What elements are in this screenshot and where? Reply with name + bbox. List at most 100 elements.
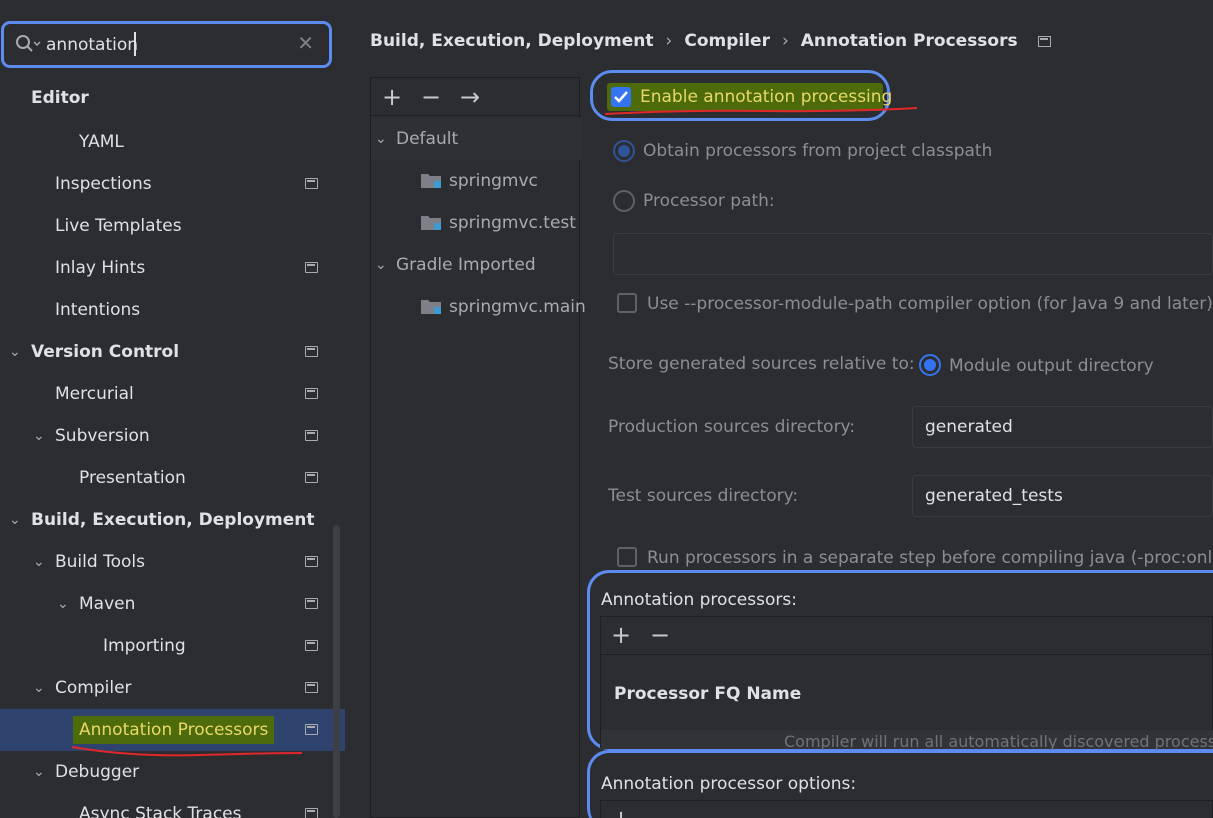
chevron-down-icon[interactable]: ⌄ [375,244,387,286]
sidebar-item-debugger[interactable]: ⌄ Debugger [0,751,345,793]
search-input[interactable] [46,32,286,58]
chevron-down-icon[interactable]: ⌄ [57,583,71,625]
breadcrumb-item[interactable]: Compiler [684,31,770,51]
empty-table-text: Compiler will run all automatically disc… [784,732,1213,751]
sidebar-item-inlay-hints[interactable]: Inlay Hints [0,247,345,289]
chevron-down-icon[interactable]: ⌄ [375,118,387,160]
sidebar-item-subversion[interactable]: ⌄ Subversion [0,415,345,457]
obtain-from-classpath-radio[interactable] [613,140,635,162]
profiles-panel: + − → ⌄ Default springmvc springmvc.test… [370,77,586,818]
annotation-processors-label: Annotation processors: [601,590,797,610]
divider [601,654,1213,655]
breadcrumb: Build, Execution, Deployment › Compiler › An… [370,31,1051,55]
move-module-button[interactable]: → [455,82,485,112]
run-separate-step-checkbox[interactable] [617,547,637,567]
sidebar-item-yaml[interactable]: YAML [0,121,345,163]
sidebar-item-build-execution-deployment[interactable]: ⌄ Build, Execution, Deployment [0,499,345,541]
profile-label: springmvc.main [449,297,586,317]
chevron-down-icon[interactable]: ⌄ [33,751,47,793]
project-scope-icon [1037,35,1051,47]
add-option-button[interactable]: + [611,805,631,818]
sidebar-item-mercurial[interactable]: Mercurial [0,373,345,415]
processor-path-field[interactable] [613,233,1213,275]
sidebar-item-label: Editor [31,88,89,108]
processor-path-radio[interactable] [613,190,635,212]
add-processor-button[interactable]: + [611,621,631,649]
sidebar-item-version-control[interactable]: ⌄ Version Control [0,331,345,373]
module-folder-icon [421,300,441,314]
chevron-right-icon: › [665,31,673,51]
sidebar-scrollbar[interactable] [333,525,340,818]
remove-profile-button[interactable]: − [416,82,446,112]
project-scope-icon [305,178,318,189]
enable-annotation-processing-label[interactable]: Enable annotation processing [640,87,892,107]
sidebar-item-build-tools[interactable]: ⌄ Build Tools [0,541,345,583]
profile-label: Default [396,129,459,149]
module-output-directory-label[interactable]: Module output directory [949,356,1154,376]
sidebar-item-label: YAML [79,132,124,152]
obtain-from-classpath-label[interactable]: Obtain processors from project classpath [643,141,992,161]
sidebar-item-label: Mercurial [55,384,134,404]
processor-path-label[interactable]: Processor path: [643,191,775,211]
module-path-option-label[interactable]: Use --processor-module-path compiler opt… [647,294,1213,314]
module-folder-icon [421,174,441,188]
module-path-option-checkbox[interactable] [617,293,637,313]
profile-module[interactable]: springmvc.main [371,286,586,328]
project-scope-icon [305,724,318,735]
chevron-down-icon[interactable]: ⌄ [9,331,23,373]
project-scope-icon [305,430,318,441]
profile-label: Gradle Imported [396,255,536,275]
checkmark-icon [614,91,628,103]
add-profile-button[interactable]: + [377,82,407,112]
sidebar-item-label: Annotation Processors [73,716,275,744]
enable-annotation-processing-checkbox[interactable] [611,87,631,107]
sidebar-item-inspections[interactable]: Inspections [0,163,345,205]
production-sources-field[interactable]: generated [912,406,1213,448]
sidebar-item-live-templates[interactable]: Live Templates [0,205,345,247]
profile-module[interactable]: springmvc.test [371,202,581,244]
sidebar-item-label: Debugger [55,762,140,782]
test-sources-label: Test sources directory: [608,486,799,506]
sidebar-item-importing[interactable]: Importing [0,625,345,667]
sidebar-item-intentions[interactable]: Intentions [0,289,345,331]
test-sources-field[interactable]: generated_tests [912,475,1213,517]
annotation-processor-options-table: + [600,800,1213,818]
sidebar-item-label: Version Control [31,342,180,362]
remove-processor-button[interactable]: − [650,621,670,649]
project-scope-icon [305,598,318,609]
search-box[interactable]: ✕ [1,21,332,68]
store-generated-label: Store generated sources relative to: [608,354,915,374]
search-icon[interactable] [15,34,41,61]
sidebar-item-maven[interactable]: ⌄ Maven [0,583,345,625]
breadcrumb-item[interactable]: Build, Execution, Deployment [370,31,654,51]
chevron-down-icon[interactable]: ⌄ [33,667,47,709]
sidebar-item-label: Live Templates [55,216,182,236]
sidebar-item-label: Compiler [55,678,132,698]
sidebar-item-async-stack-traces[interactable]: Async Stack Traces [0,793,345,818]
processor-fq-name-column-header[interactable]: Processor FQ Name [614,684,801,704]
project-scope-icon [305,808,318,818]
chevron-down-icon[interactable]: ⌄ [9,499,23,541]
chevron-down-icon[interactable]: ⌄ [33,415,47,457]
sidebar-item-label: Build Tools [55,552,145,572]
profile-default[interactable]: ⌄ Default [371,118,581,160]
red-underline-annotation [604,107,918,115]
run-separate-step-label[interactable]: Run processors in a separate step before… [647,548,1213,568]
production-sources-label: Production sources directory: [608,417,856,437]
sidebar-item-editor[interactable]: Editor [0,77,345,119]
sidebar-item-compiler[interactable]: ⌄ Compiler [0,667,345,709]
sidebar-item-label: Async Stack Traces [79,804,242,818]
project-scope-icon [305,640,318,651]
sidebar-item-label: Intentions [55,300,141,320]
sidebar-item-label: Presentation [79,468,186,488]
project-scope-icon [305,682,318,693]
module-output-directory-radio[interactable] [919,354,941,376]
clear-search-icon[interactable]: ✕ [297,33,314,53]
sidebar-item-label: Maven [79,594,136,614]
sidebar-item-presentation[interactable]: Presentation [0,457,345,499]
profile-gradle-imported[interactable]: ⌄ Gradle Imported [371,244,581,286]
sidebar-item-label: Inspections [55,174,152,194]
profile-module[interactable]: springmvc [371,160,581,202]
text-caret [134,32,136,56]
chevron-down-icon[interactable]: ⌄ [33,541,47,583]
